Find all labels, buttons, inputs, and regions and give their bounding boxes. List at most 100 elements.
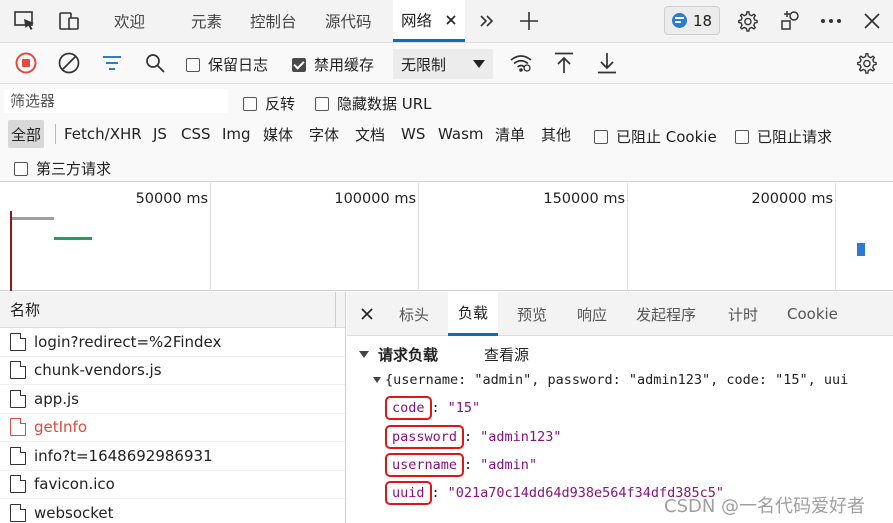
add-tab-icon[interactable] bbox=[516, 8, 542, 34]
request-row[interactable]: info?t=1648692986931 bbox=[0, 442, 345, 471]
blocked-cookies-checkbox[interactable]: 已阻止 Cookie bbox=[594, 126, 717, 147]
disable-cache-box[interactable] bbox=[292, 57, 306, 72]
payload-field-row: username : "admin" bbox=[385, 453, 537, 477]
invert-box[interactable] bbox=[243, 96, 257, 111]
key-colon: : bbox=[431, 400, 440, 416]
key-colon: : bbox=[431, 485, 440, 501]
request-payload-title: 请求负载 bbox=[378, 346, 439, 364]
blocked-requests-box[interactable] bbox=[735, 129, 749, 144]
network-settings-gear-icon[interactable] bbox=[853, 51, 879, 75]
payload-key: username bbox=[385, 453, 465, 477]
disable-cache-label: 禁用缓存 bbox=[314, 56, 375, 74]
payload-object-summary[interactable]: {username: "admin", password: "admin123"… bbox=[373, 372, 848, 388]
type-filter-css[interactable]: CSS bbox=[178, 120, 214, 148]
hide-data-urls-box[interactable] bbox=[315, 96, 329, 111]
blocked-requests-checkbox[interactable]: 已阻止请求 bbox=[735, 126, 832, 147]
payload-value: "admin123" bbox=[480, 429, 562, 445]
detail-tab-initiator[interactable]: 发起程序 bbox=[636, 292, 696, 336]
timeline-tick-label: 50000 ms bbox=[135, 191, 208, 207]
request-row[interactable]: websocket bbox=[0, 499, 345, 523]
request-row[interactable]: app.js bbox=[0, 385, 345, 414]
timeline-request-bar bbox=[857, 243, 865, 256]
request-detail-panel: 标头 负载 预览 响应 发起程序 计时 Cookie 请求负载 查看源 {use… bbox=[347, 292, 893, 523]
third-party-checkbox[interactable]: 第三方请求 bbox=[14, 158, 111, 179]
type-filter-media[interactable]: 媒体 bbox=[260, 120, 296, 148]
timeline-load-marker bbox=[10, 211, 12, 291]
disable-cache-checkbox[interactable]: 禁用缓存 bbox=[292, 54, 374, 75]
type-filter-ws[interactable]: WS bbox=[398, 120, 428, 148]
more-tabs-icon[interactable] bbox=[476, 9, 498, 33]
devtools-tabbar: 欢迎 元素 控制台 源代码 网络 18 bbox=[0, 0, 893, 42]
device-emulation-icon[interactable] bbox=[56, 9, 82, 33]
third-party-label: 第三方请求 bbox=[36, 160, 112, 178]
network-toolbar: 保留日志 禁用缓存 无限制 bbox=[0, 42, 893, 84]
hide-data-urls-label: 隐藏数据 URL bbox=[337, 95, 432, 113]
record-stop-icon[interactable] bbox=[14, 51, 38, 75]
import-har-icon[interactable] bbox=[552, 51, 576, 75]
type-filter-font[interactable]: 字体 bbox=[306, 120, 342, 148]
detail-tab-headers[interactable]: 标头 bbox=[399, 292, 429, 336]
filter-icon[interactable] bbox=[100, 51, 124, 75]
customize-icon[interactable] bbox=[778, 9, 804, 33]
type-filter-js[interactable]: JS bbox=[150, 120, 170, 148]
type-filter-all[interactable]: 全部 bbox=[8, 120, 45, 148]
request-name: websocket bbox=[34, 503, 114, 522]
clear-icon[interactable] bbox=[57, 51, 81, 75]
document-icon bbox=[10, 332, 26, 351]
name-column-label: 名称 bbox=[10, 301, 41, 319]
blocked-cookies-box[interactable] bbox=[594, 129, 608, 144]
request-row[interactable]: login?redirect=%2Findex bbox=[0, 328, 345, 357]
inspect-element-icon[interactable] bbox=[12, 9, 38, 33]
request-row[interactable]: chunk-vendors.js bbox=[0, 357, 345, 385]
throttle-select[interactable]: 无限制 bbox=[393, 49, 493, 79]
tab-welcome[interactable]: 欢迎 bbox=[114, 0, 145, 42]
timeline-tick-label: 150000 ms bbox=[543, 191, 625, 207]
preserve-log-box[interactable] bbox=[186, 57, 200, 72]
detail-tab-response[interactable]: 响应 bbox=[577, 292, 607, 336]
third-party-row bbox=[0, 150, 893, 182]
name-column-header[interactable]: 名称 bbox=[0, 292, 345, 328]
tab-elements[interactable]: 元素 bbox=[191, 0, 222, 42]
expand-triangle-icon bbox=[359, 351, 369, 358]
more-options-icon[interactable] bbox=[818, 9, 844, 33]
type-filter-wasm[interactable]: Wasm bbox=[435, 120, 487, 148]
close-icon[interactable] bbox=[446, 11, 456, 29]
export-har-icon[interactable] bbox=[595, 51, 619, 75]
hide-data-urls-checkbox[interactable]: 隐藏数据 URL bbox=[315, 93, 432, 114]
search-icon[interactable] bbox=[143, 51, 167, 75]
settings-gear-icon[interactable] bbox=[734, 9, 760, 33]
type-filter-other[interactable]: 其他 bbox=[538, 120, 574, 148]
detail-tab-payload[interactable]: 负载 bbox=[448, 292, 499, 336]
payload-value: "admin" bbox=[480, 457, 538, 473]
object-summary-text: {username: "admin", password: "admin123"… bbox=[385, 372, 849, 388]
tab-network[interactable]: 网络 bbox=[393, 0, 465, 42]
filter-input[interactable] bbox=[4, 89, 228, 113]
payload-key: uuid bbox=[385, 481, 432, 505]
payload-value: "15" bbox=[447, 400, 481, 416]
third-party-box[interactable] bbox=[14, 161, 28, 176]
type-divider bbox=[55, 124, 56, 144]
request-row[interactable]: favicon.ico bbox=[0, 471, 345, 499]
issues-badge[interactable]: 18 bbox=[664, 6, 720, 35]
tab-sources[interactable]: 源代码 bbox=[325, 0, 372, 42]
type-filter-fetch-xhr[interactable]: Fetch/XHR bbox=[61, 120, 145, 148]
close-detail-icon[interactable] bbox=[359, 306, 375, 322]
timeline-tick-label: 100000 ms bbox=[334, 191, 416, 207]
tab-console[interactable]: 控制台 bbox=[250, 0, 297, 42]
type-filter-img[interactable]: Img bbox=[219, 120, 254, 148]
type-filter-doc[interactable]: 文档 bbox=[352, 120, 388, 148]
type-filter-manifest[interactable]: 清单 bbox=[492, 120, 528, 148]
request-payload-header[interactable]: 请求负载 bbox=[359, 344, 438, 365]
detail-tab-cookie[interactable]: Cookie bbox=[787, 292, 838, 336]
request-row[interactable]: getInfo bbox=[0, 414, 345, 442]
invert-checkbox[interactable]: 反转 bbox=[243, 93, 295, 114]
timeline-overview[interactable]: 50000 ms 100000 ms 150000 ms 200000 ms bbox=[0, 183, 893, 291]
key-colon: : bbox=[464, 457, 473, 473]
network-conditions-icon[interactable] bbox=[509, 51, 533, 75]
view-source-link[interactable]: 查看源 bbox=[484, 344, 529, 365]
detail-tab-timing[interactable]: 计时 bbox=[728, 292, 758, 336]
column-divider bbox=[335, 292, 336, 328]
preserve-log-checkbox[interactable]: 保留日志 bbox=[186, 54, 268, 75]
detail-tab-preview[interactable]: 预览 bbox=[517, 292, 547, 336]
close-devtools-icon[interactable] bbox=[860, 9, 884, 33]
